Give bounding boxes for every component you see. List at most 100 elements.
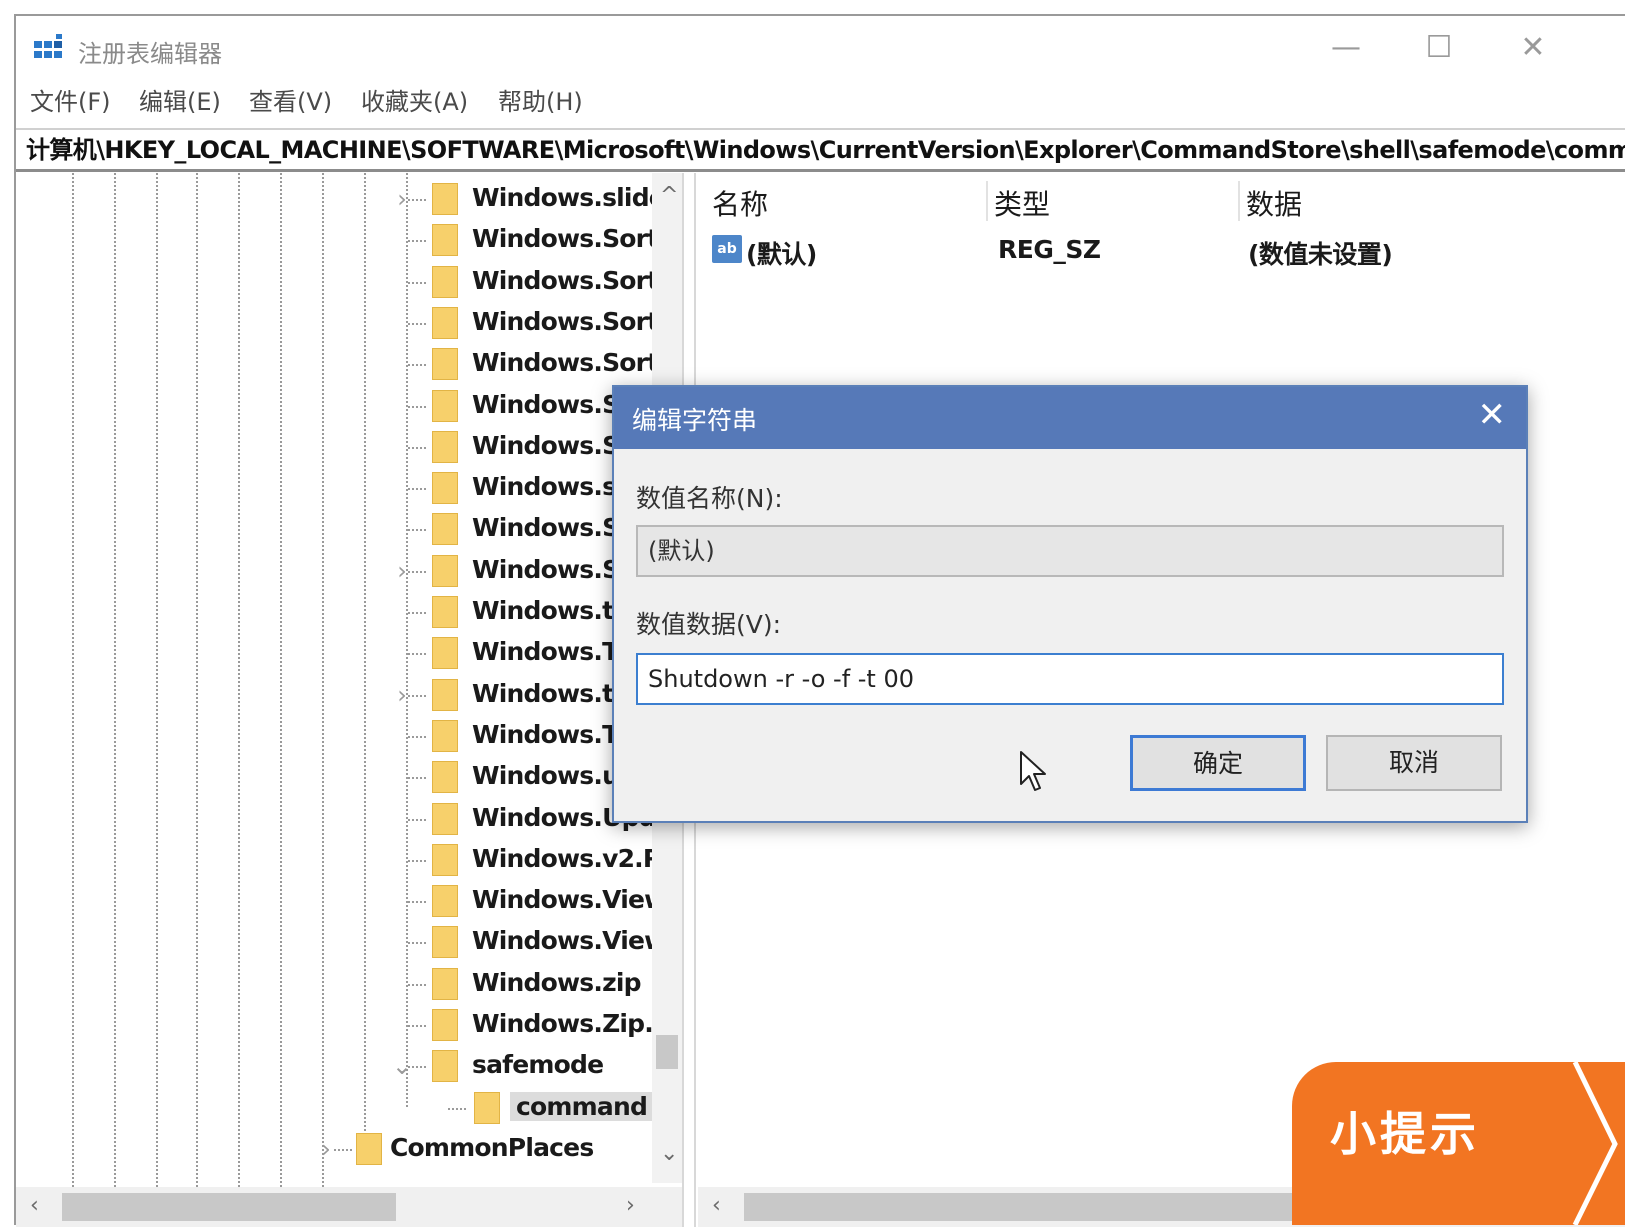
folder-icon — [432, 596, 458, 628]
tree-item[interactable]: Windows.SortAsc — [16, 220, 682, 261]
minimize-button[interactable]: — — [1321, 28, 1371, 68]
tree-item[interactable]: Windows.stat — [16, 468, 656, 509]
scroll-up-arrow[interactable]: ^ — [660, 183, 678, 208]
tree-connector — [408, 199, 426, 201]
menu-bar: 文件(F) 编辑(E) 查看(V) 收藏夹(A) 帮助(H) — [16, 82, 1625, 122]
string-value-icon: ab — [712, 235, 742, 263]
tree-hscroll-thumb[interactable] — [62, 1193, 396, 1221]
menu-help[interactable]: 帮助(H) — [498, 82, 583, 122]
folder-icon — [432, 678, 458, 711]
tree-item[interactable]: › Windows.top — [16, 675, 656, 716]
dialog-close-button[interactable]: ✕ — [1478, 395, 1507, 435]
tree-item[interactable]: Windows.zip — [16, 964, 656, 1005]
folder-icon — [432, 967, 458, 1000]
value-name: (默认) — [746, 240, 817, 269]
registry-editor-icon — [34, 34, 64, 62]
tree-connector — [408, 983, 426, 986]
tree-connector — [408, 735, 426, 738]
tree-item[interactable]: Windows.ViewRe — [16, 922, 682, 963]
tree-connector — [408, 281, 426, 284]
column-header-data[interactable]: 数据 — [1246, 183, 1302, 223]
folder-icon — [432, 513, 458, 546]
cancel-button[interactable]: 取消 — [1326, 735, 1502, 791]
folder-icon — [432, 430, 458, 463]
tree-connector — [408, 859, 426, 862]
column-header-type[interactable]: 类型 — [994, 183, 1050, 223]
tree-connector — [448, 1107, 466, 1110]
tree-item[interactable]: Windows.Sta — [16, 427, 656, 468]
value-name-label: 数值名称(N): — [636, 484, 783, 513]
tree-item[interactable]: Windows.SortGro — [16, 344, 682, 385]
tree-item[interactable]: Windows.und — [16, 757, 656, 798]
tree-item[interactable]: ⌄ safemode — [16, 1046, 656, 1087]
tree-item[interactable]: Windows.SortBy( — [16, 262, 682, 303]
menu-favorites[interactable]: 收藏夹(A) — [361, 82, 468, 122]
folder-icon — [356, 1132, 382, 1165]
column-header-name[interactable]: 名称 — [712, 183, 768, 223]
tree-item-label: Windows.v2.Pow — [472, 843, 682, 873]
address-bar[interactable]: 计算机\HKEY_LOCAL_MACHINE\SOFTWARE\Microsof… — [16, 128, 1625, 172]
scroll-left-arrow[interactable]: ‹ — [30, 1193, 39, 1218]
tree-item[interactable]: › Windows.Syst — [16, 551, 661, 592]
tree-item-label: Windows.zip — [472, 967, 642, 997]
mouse-cursor-icon — [1020, 751, 1046, 791]
tree-item[interactable]: command — [16, 1088, 656, 1129]
tree-item[interactable]: Windows.Togg — [16, 633, 666, 674]
value-name-field[interactable]: (默认) — [636, 525, 1504, 577]
tree-connector — [408, 942, 426, 945]
tree-pane[interactable]: ›Windows.slideshc Windows.SortAsc Windows.… — [16, 173, 682, 1227]
folder-icon — [432, 802, 458, 835]
tree-item[interactable]: Windows.SortDes — [16, 303, 682, 344]
scroll-left-arrow[interactable]: ‹ — [712, 1193, 721, 1218]
tree-connector — [408, 612, 426, 614]
tree-item[interactable]: › CommonPlaces — [16, 1129, 656, 1170]
tree-scroll-thumb[interactable] — [656, 1035, 678, 1069]
tree-connector — [408, 405, 426, 408]
folder-icon — [432, 1009, 458, 1041]
maximize-button[interactable]: ☐ — [1414, 28, 1464, 68]
scroll-down-arrow[interactable]: ⌄ — [660, 1141, 678, 1166]
close-button[interactable]: ✕ — [1508, 28, 1558, 68]
tree-connector — [408, 653, 426, 656]
tip-badge-text: 小提示 — [1330, 1107, 1480, 1161]
folder-icon — [432, 224, 458, 257]
edit-string-dialog: 编辑字符串 ✕ 数值名称(N): (默认) 数值数据(V): Shutdown … — [612, 385, 1528, 823]
menu-file[interactable]: 文件(F) — [30, 82, 111, 122]
value-data: (数值未设置) — [1248, 240, 1393, 269]
tree-item[interactable]: Windows.SortG — [16, 386, 679, 427]
tree-item[interactable]: Windows.Trou — [16, 716, 661, 757]
tree-connector — [408, 322, 426, 325]
folder-icon — [432, 183, 458, 215]
expand-arrow-icon[interactable]: › — [316, 1135, 336, 1163]
scroll-right-arrow[interactable]: › — [626, 1193, 635, 1218]
tree-item[interactable]: Windows.Zip.Acti — [16, 1005, 682, 1046]
title-bar: 注册表编辑器 — ☐ ✕ — [16, 16, 1625, 78]
tree-item[interactable]: Windows.task — [16, 592, 660, 633]
folder-icon — [432, 885, 458, 918]
tree-item[interactable]: ›Windows.slideshc — [16, 179, 682, 220]
ok-button[interactable]: 确定 — [1130, 735, 1306, 791]
folder-icon — [432, 843, 458, 876]
tree-item[interactable]: Windows.Syn — [16, 509, 656, 550]
column-separator[interactable] — [1238, 181, 1240, 221]
tree-item-label: Windows.SortBy( — [472, 265, 682, 295]
menu-edit[interactable]: 编辑(E) — [139, 82, 221, 122]
tree-item[interactable]: Windows.Upd — [16, 799, 657, 840]
value-data-field[interactable]: Shutdown -r -o -f -t 00 — [636, 653, 1504, 705]
dialog-title: 编辑字符串 — [632, 406, 758, 435]
tree-item-label: Windows.SortAsc — [472, 224, 682, 254]
column-separator[interactable] — [986, 181, 988, 221]
list-hscroll-thumb[interactable] — [744, 1193, 1304, 1221]
folder-icon — [432, 348, 458, 381]
tree-connector — [408, 818, 426, 821]
tree-connector — [408, 240, 426, 243]
menu-view[interactable]: 查看(V) — [249, 82, 332, 122]
tree-item-label: CommonPlaces — [390, 1132, 594, 1162]
folder-icon — [432, 472, 458, 505]
tree-horizontal-scrollbar[interactable]: ‹ › — [16, 1187, 682, 1227]
tree-item[interactable]: Windows.v2.Pow — [16, 840, 682, 881]
tree-connector — [408, 694, 426, 697]
folder-icon — [432, 554, 458, 587]
chevron-right-icon — [1572, 1062, 1618, 1225]
tree-item[interactable]: Windows.View.Op — [16, 881, 682, 922]
